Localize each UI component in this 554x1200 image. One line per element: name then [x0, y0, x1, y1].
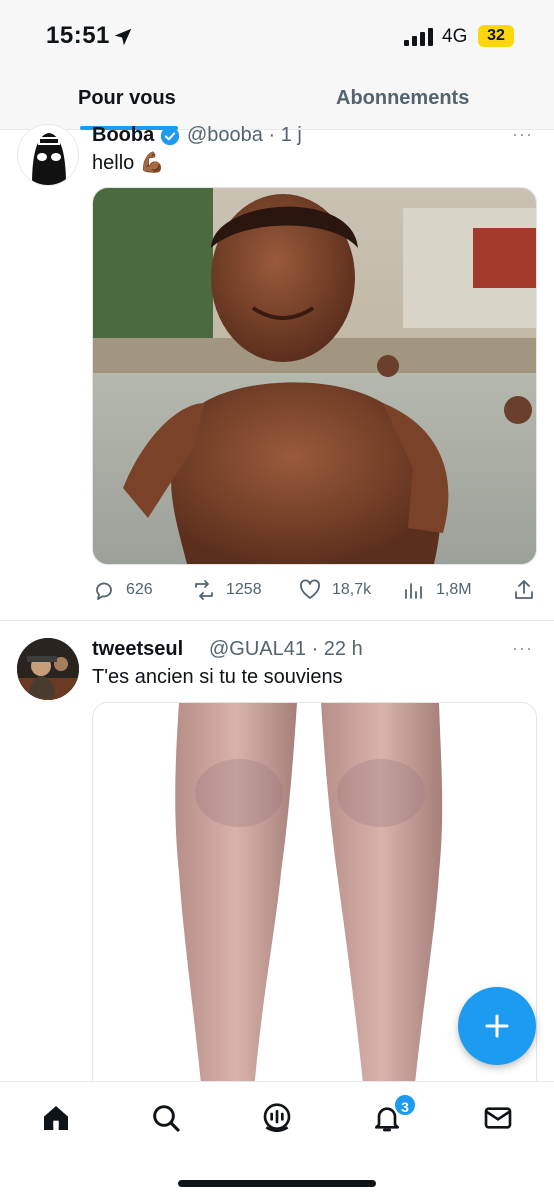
share-icon — [515, 580, 533, 599]
avatar[interactable] — [17, 124, 79, 186]
tweet-actions: 626 1258 18,7k 1,8M — [92, 575, 536, 605]
verified-badge-icon — [160, 126, 180, 146]
retweet-count: 1258 — [226, 581, 262, 598]
messages-icon[interactable] — [482, 1102, 514, 1134]
like-count: 18,7k — [332, 581, 372, 598]
views-count: 1,8M — [436, 581, 472, 598]
reply-icon — [96, 582, 112, 600]
tweet-text: T'es ancien si tu te souviens — [92, 666, 343, 688]
heart-icon — [300, 579, 320, 599]
like-button[interactable]: 18,7k — [298, 575, 371, 605]
spaces-icon[interactable] — [261, 1102, 293, 1134]
tweet-handle[interactable]: @booba · 1 j — [187, 124, 302, 147]
avatar[interactable] — [17, 638, 79, 700]
location-arrow-icon — [114, 28, 132, 46]
user-photo-avatar-icon — [17, 638, 79, 700]
tweet-photo[interactable] — [92, 187, 537, 565]
search-icon[interactable] — [150, 1102, 182, 1134]
home-icon[interactable] — [40, 1102, 72, 1134]
views-button[interactable]: 1,8M — [402, 575, 472, 605]
vintage-pool-photo-icon — [93, 188, 536, 564]
views-chart-icon — [405, 583, 422, 599]
reply-count: 626 — [126, 581, 153, 598]
tab-pour-vous[interactable]: Pour vous — [78, 87, 176, 110]
compose-tweet-button[interactable] — [458, 987, 536, 1065]
notifications-badge: 3 — [393, 1093, 417, 1117]
timeline-tabs: Pour vous Abonnements — [0, 75, 554, 130]
share-button[interactable] — [512, 575, 546, 605]
status-time: 15:51 — [46, 22, 110, 49]
retweet-icon — [195, 580, 213, 600]
tweet-text: hello 💪🏾 — [92, 152, 165, 174]
more-options-icon[interactable]: ··· — [512, 638, 533, 659]
tweet-author-name[interactable]: tweetseul — [92, 638, 183, 661]
cellular-signal-icon — [404, 28, 433, 46]
tweet[interactable]: Booba @booba · 1 j ··· hello 💪🏾 626 1258… — [0, 124, 554, 620]
balaclava-avatar-icon — [32, 133, 66, 185]
status-bar: 15:51 4G 32 — [0, 0, 554, 75]
tab-abonnements[interactable]: Abonnements — [336, 87, 469, 110]
home-indicator — [178, 1180, 376, 1187]
reply-button[interactable]: 626 — [92, 575, 153, 605]
battery-indicator: 32 — [478, 25, 514, 47]
retweet-button[interactable]: 1258 — [192, 575, 262, 605]
tweet-author-name[interactable]: Booba — [92, 124, 154, 147]
more-options-icon[interactable]: ··· — [512, 124, 533, 145]
compose-plus-icon — [485, 1014, 509, 1038]
network-type: 4G — [442, 26, 468, 47]
tweet-handle[interactable]: @GUAL41 · 22 h — [209, 638, 363, 661]
